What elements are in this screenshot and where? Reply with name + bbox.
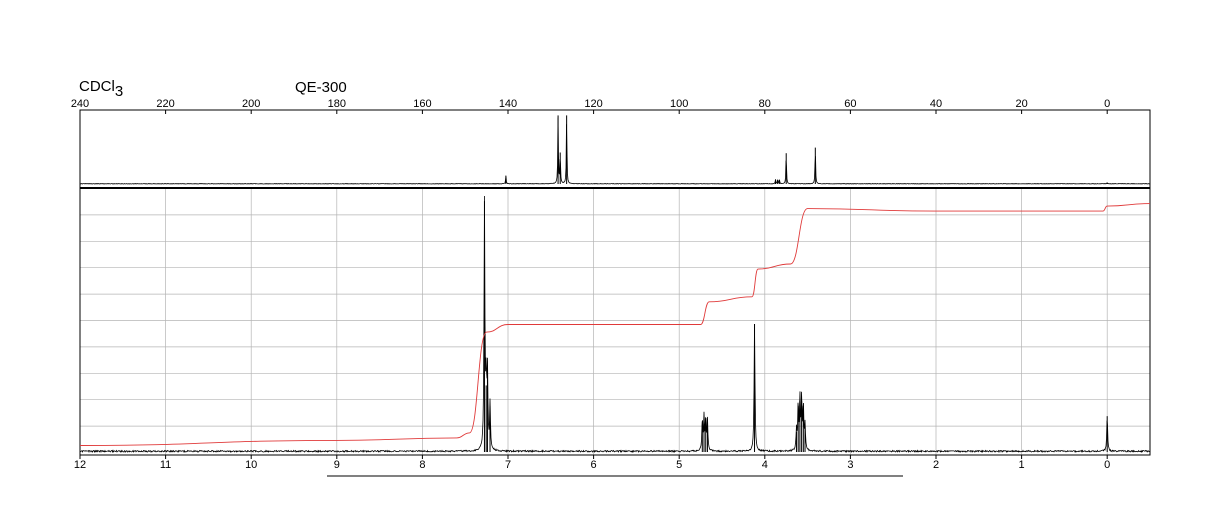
h1-tick-label: 4 <box>762 459 768 471</box>
c13-tick-label: 40 <box>930 98 942 110</box>
h1-tick-label: 0 <box>1104 459 1110 471</box>
c13-tick-label: 0 <box>1104 98 1110 110</box>
h1-integral-curve <box>79 203 1151 446</box>
h1-tick-label: 12 <box>74 459 86 471</box>
h1-spectrum-layer <box>79 195 1151 454</box>
nmr-spectra-chart: 240 220 200 180 160 140 120 100 80 60 40 20 0 12 11 10… <box>71 98 1151 477</box>
c13-tick-label: 220 <box>156 98 174 110</box>
c13-frame <box>79 109 1151 189</box>
h1-tick-label: 3 <box>847 459 853 471</box>
c13-tick-label: 120 <box>584 98 602 110</box>
c13-spectrum-line <box>79 117 1151 185</box>
h1-tick-label: 5 <box>676 459 682 471</box>
h-spectrum-grid <box>79 188 1150 455</box>
h1-tick-label: 7 <box>505 459 511 471</box>
h1-tick-label: 6 <box>591 459 597 471</box>
h1-tick-label: 11 <box>160 459 171 471</box>
c13-tick-label: 240 <box>71 98 89 110</box>
h1-frame <box>79 187 1151 456</box>
c13-tick-label: 200 <box>242 98 260 110</box>
c13-tick-label: 160 <box>413 98 431 110</box>
plot-frames <box>79 109 1151 456</box>
c13-tick-label: 140 <box>499 98 517 110</box>
c13-tick-label: 100 <box>670 98 688 110</box>
c13-tick-label: 80 <box>759 98 771 110</box>
c13-tick-label: 60 <box>844 98 856 110</box>
h1-tick-label: 10 <box>245 459 257 471</box>
h1-tick-label: 2 <box>933 459 939 471</box>
h1-spectrum-line <box>79 195 1151 454</box>
c13-spectrum-layer <box>79 115 1151 185</box>
h1-axis-ticks: 12 11 10 9 8 7 6 5 4 3 2 1 0 <box>74 455 1110 471</box>
h1-tick-label: 8 <box>419 459 425 471</box>
h1-tick-label: 9 <box>334 459 340 471</box>
c13-axis-ticks: 240 220 200 180 160 140 120 100 80 60 40 20 0 <box>71 98 1110 114</box>
h1-tick-label: 1 <box>1019 459 1025 471</box>
c13-tick-label: 180 <box>328 98 346 110</box>
c13-tick-label: 20 <box>1015 98 1027 110</box>
